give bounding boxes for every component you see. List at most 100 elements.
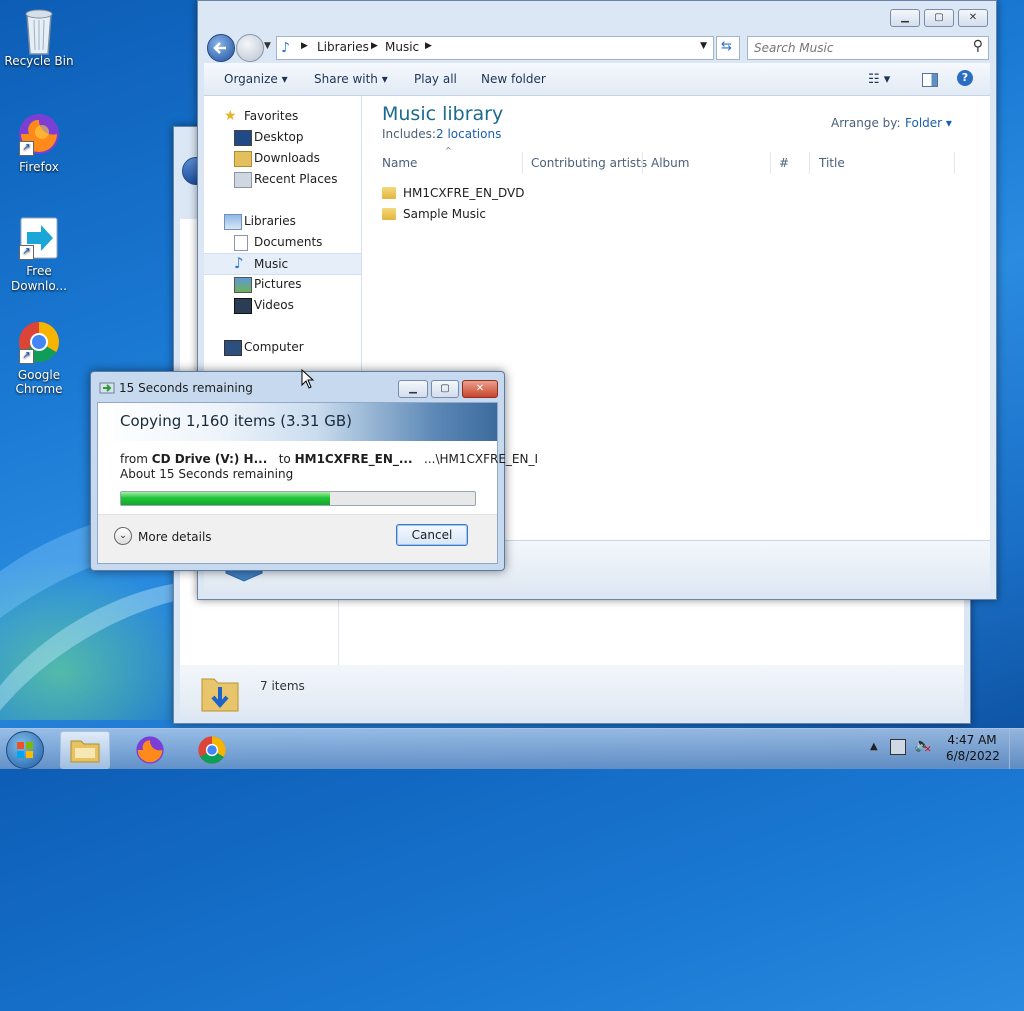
chrome-icon xyxy=(198,736,226,764)
shortcut-arrow-icon: ↗ xyxy=(19,141,34,156)
desktop-icon-label: Google Chrome xyxy=(15,368,63,396)
arrange-by-dropdown[interactable]: Folder ▾ xyxy=(905,116,952,130)
list-item-label: HM1CXFRE_EN_DVD xyxy=(403,186,525,200)
breadcrumb-libraries[interactable]: Libraries xyxy=(317,40,369,54)
status-item-count: 7 items xyxy=(260,679,305,693)
view-options-button[interactable]: ☷ ▾ xyxy=(868,72,890,87)
play-all-button[interactable]: Play all xyxy=(414,72,457,86)
music-icon: ♪ xyxy=(234,254,244,272)
show-desktop-button[interactable] xyxy=(1009,729,1024,769)
breadcrumb-music[interactable]: Music xyxy=(385,40,419,54)
destination-folder[interactable]: HM1CXFRE_EN_... xyxy=(295,452,413,466)
more-details-link[interactable]: More details xyxy=(138,530,212,544)
column-header-name[interactable]: Name xyxy=(382,152,417,174)
column-header-album[interactable]: Album xyxy=(651,152,689,174)
firefox-icon: ↗ xyxy=(17,112,61,156)
dialog-close-button[interactable]: ✕ xyxy=(462,380,498,398)
search-input[interactable] xyxy=(752,39,966,57)
share-with-button[interactable]: Share with ▾ xyxy=(314,72,388,86)
taskbar-chrome-button[interactable] xyxy=(188,731,236,767)
copy-heading: Copying 1,160 items (3.31 GB) xyxy=(120,412,352,430)
nav-item-music[interactable]: ♪ Music xyxy=(204,253,361,275)
forward-button[interactable] xyxy=(236,34,264,62)
back-button[interactable] xyxy=(207,34,235,62)
nav-item-downloads[interactable]: Downloads xyxy=(204,148,361,168)
search-box[interactable]: ⚲ xyxy=(747,36,989,60)
nav-item-documents[interactable]: Documents xyxy=(204,232,361,252)
chevron-right-icon: ▶ xyxy=(371,41,378,51)
start-button[interactable] xyxy=(6,731,44,769)
recycle-bin-icon xyxy=(17,6,61,55)
from-label: from xyxy=(120,452,148,466)
folder-icon xyxy=(382,208,396,220)
organize-button[interactable]: Organize ▾ xyxy=(224,72,288,86)
cancel-button[interactable]: Cancel xyxy=(396,524,468,546)
dialog-title: 15 Seconds remaining xyxy=(119,381,253,395)
network-icon[interactable] xyxy=(890,739,906,755)
nav-item-computer[interactable]: Computer xyxy=(204,337,361,357)
close-button[interactable]: ✕ xyxy=(958,9,988,27)
desktop-icon-recycle-bin[interactable]: Recycle Bin xyxy=(4,6,74,68)
desktop-icon-google-chrome[interactable]: ↗ Google Chrome xyxy=(4,320,74,396)
to-label: to xyxy=(278,452,291,466)
progress-fill xyxy=(121,492,330,505)
list-item[interactable]: HM1CXFRE_EN_DVD xyxy=(382,184,582,204)
source-drive[interactable]: CD Drive (V:) H... xyxy=(152,452,268,466)
nav-item-desktop[interactable]: Desktop xyxy=(204,127,361,147)
nav-item-pictures[interactable]: Pictures xyxy=(204,274,361,294)
minimize-button[interactable]: ▁ xyxy=(890,9,920,27)
new-folder-button[interactable]: New folder xyxy=(481,72,546,86)
command-bar: Organize ▾ Share with ▾ Play all New fol… xyxy=(204,63,990,96)
locations-link[interactable]: 2 locations xyxy=(436,127,501,141)
maximize-button[interactable]: ▢ xyxy=(924,9,954,27)
nav-item-libraries[interactable]: Libraries xyxy=(204,211,361,231)
desktop-icon-label: Recycle Bin xyxy=(4,54,74,68)
chevron-down-icon[interactable]: ⌄ xyxy=(114,527,132,545)
column-separator xyxy=(642,152,643,174)
desktop-icon-label: Firefox xyxy=(19,160,59,174)
address-bar[interactable]: ♪ ▶ Libraries ▶ Music ▶ ▼ xyxy=(276,36,714,60)
copy-source-line: from CD Drive (V:) H... to HM1CXFRE_EN_.… xyxy=(120,452,538,466)
chevron-right-icon: ▶ xyxy=(425,41,432,51)
libraries-icon xyxy=(224,214,242,230)
sort-ascending-icon: ^ xyxy=(445,146,452,155)
copy-progress-dialog[interactable]: 15 Seconds remaining ▁ ▢ ✕ Copying 1,160… xyxy=(90,371,538,571)
mute-x-icon: ✕ xyxy=(924,745,932,755)
recent-pages-dropdown[interactable]: ▼ xyxy=(264,41,271,51)
taskbar-firefox-button[interactable] xyxy=(126,731,174,767)
folder-icon xyxy=(70,740,100,763)
column-header-title[interactable]: Title xyxy=(819,152,845,174)
destination-path: ...\HM1CXFRE_EN_I xyxy=(424,452,539,466)
list-item-label: Sample Music xyxy=(403,207,486,221)
column-header-number[interactable]: # xyxy=(779,152,789,174)
taskbar-clock[interactable]: 4:47 AM 6/8/2022 xyxy=(946,733,1000,763)
shortcut-arrow-icon: ↗ xyxy=(19,245,34,260)
show-hidden-icons-button[interactable]: ▲ xyxy=(870,741,878,752)
downloads-folder-icon xyxy=(234,151,252,167)
library-title: Music library xyxy=(382,103,504,125)
details-pane: 7 items xyxy=(180,665,964,717)
desktop-icon-free-download[interactable]: ↗ Free Downlo... xyxy=(4,216,74,294)
nav-item-recent-places[interactable]: Recent Places xyxy=(204,169,361,189)
star-icon: ★ xyxy=(224,108,237,124)
nav-item-videos[interactable]: Videos xyxy=(204,295,361,315)
preview-pane-button[interactable] xyxy=(922,73,938,87)
download-manager-icon: ↗ xyxy=(17,216,61,260)
nav-item-favorites[interactable]: ★ Favorites xyxy=(204,106,361,126)
dialog-maximize-button[interactable]: ▢ xyxy=(431,380,459,398)
refresh-button[interactable]: ⇆ xyxy=(716,36,740,60)
dialog-minimize-button[interactable]: ▁ xyxy=(398,380,428,398)
column-header-contributing-artists[interactable]: Contributing artists xyxy=(531,152,647,174)
help-button[interactable]: ? xyxy=(957,70,973,86)
desktop-icon-label: Free Downlo... xyxy=(11,264,67,293)
firefox-icon xyxy=(136,736,164,764)
music-note-icon: ♪ xyxy=(281,40,290,56)
desktop-icon-firefox[interactable]: ↗ Firefox xyxy=(4,112,74,174)
address-history-dropdown[interactable]: ▼ xyxy=(700,41,707,51)
time-remaining: About 15 Seconds remaining xyxy=(120,467,294,481)
folder-download-icon xyxy=(201,678,239,712)
list-item[interactable]: Sample Music xyxy=(382,205,582,225)
copy-progress-bar xyxy=(120,491,476,506)
arrange-by-label: Arrange by: xyxy=(831,116,901,130)
taskbar-explorer-button[interactable] xyxy=(60,731,110,769)
